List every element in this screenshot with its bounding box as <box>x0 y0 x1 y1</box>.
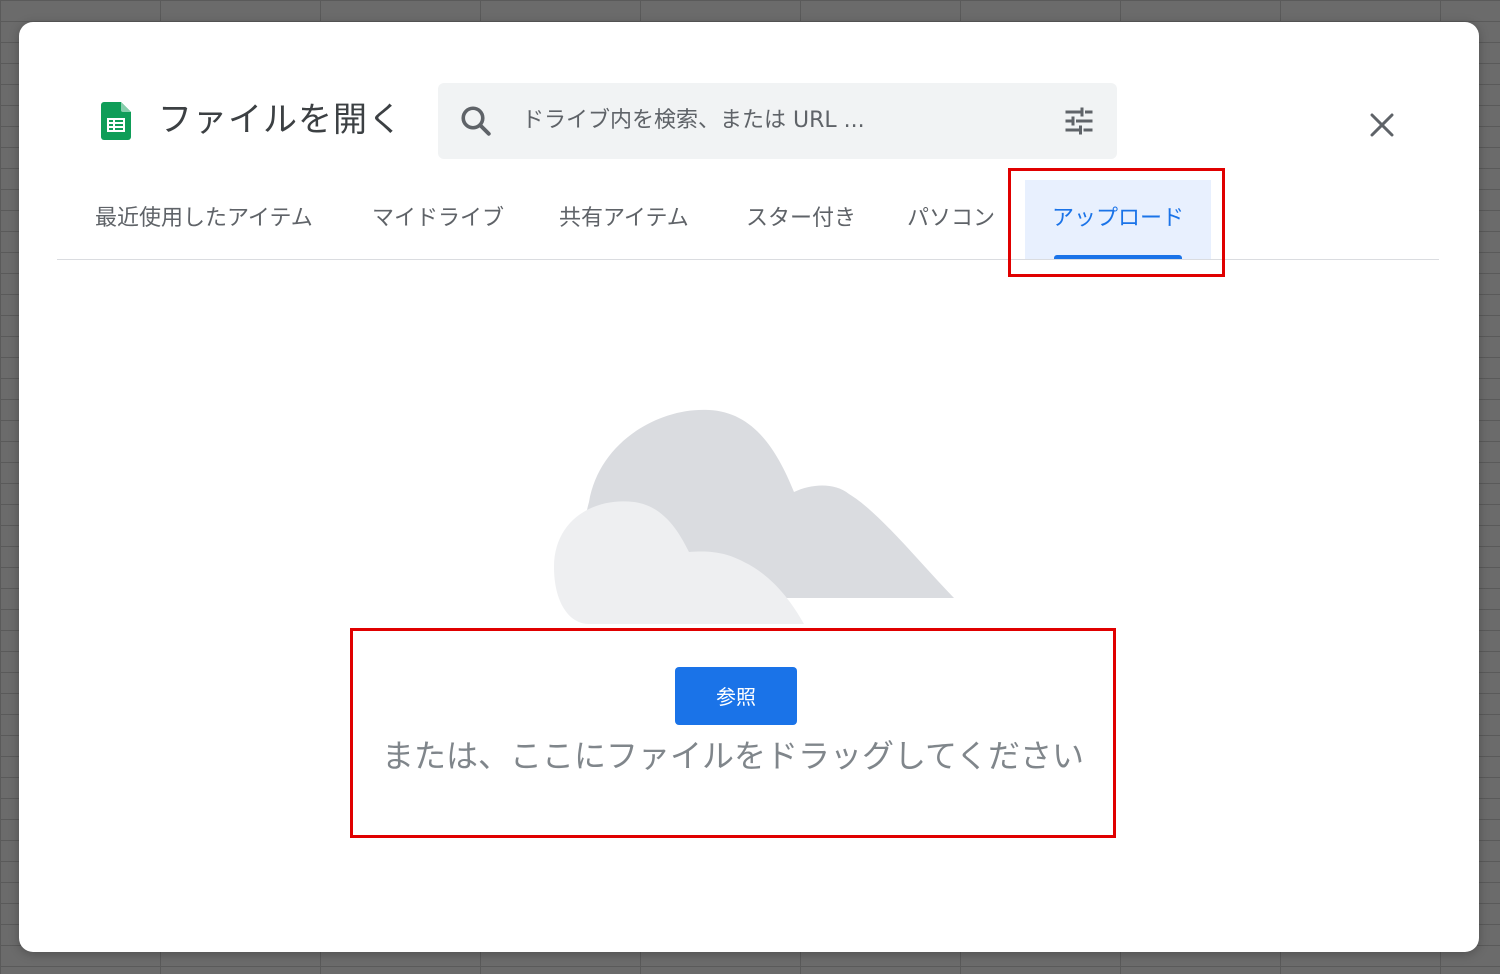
close-icon[interactable] <box>1359 102 1405 148</box>
highlight-box-drop-area <box>350 628 1116 838</box>
dialog-title: ファイルを開く <box>158 100 403 140</box>
cloud-illustration <box>554 409 954 624</box>
tab-recent[interactable]: 最近使用したアイテム <box>95 180 313 259</box>
highlight-box-upload-tab <box>1008 168 1225 277</box>
search-icon[interactable] <box>458 103 494 139</box>
tab-starred[interactable]: スター付き <box>746 180 856 259</box>
search-input[interactable]: ドライブ内を検索、または URL ... <box>438 83 1117 159</box>
dialog-header: ファイルを開く ドライブ内を検索、または URL ... <box>19 22 1479 182</box>
tab-computers[interactable]: パソコン <box>907 180 995 259</box>
google-sheets-icon <box>101 102 131 140</box>
tune-icon[interactable] <box>1061 103 1097 139</box>
tab-bar: 最近使用したアイテム マイドライブ 共有アイテム スター付き パソコン アップロ… <box>57 180 1439 260</box>
tab-shared[interactable]: 共有アイテム <box>559 180 689 259</box>
tab-my-drive[interactable]: マイドライブ <box>372 180 504 259</box>
search-placeholder: ドライブ内を検索、または URL ... <box>522 108 865 133</box>
